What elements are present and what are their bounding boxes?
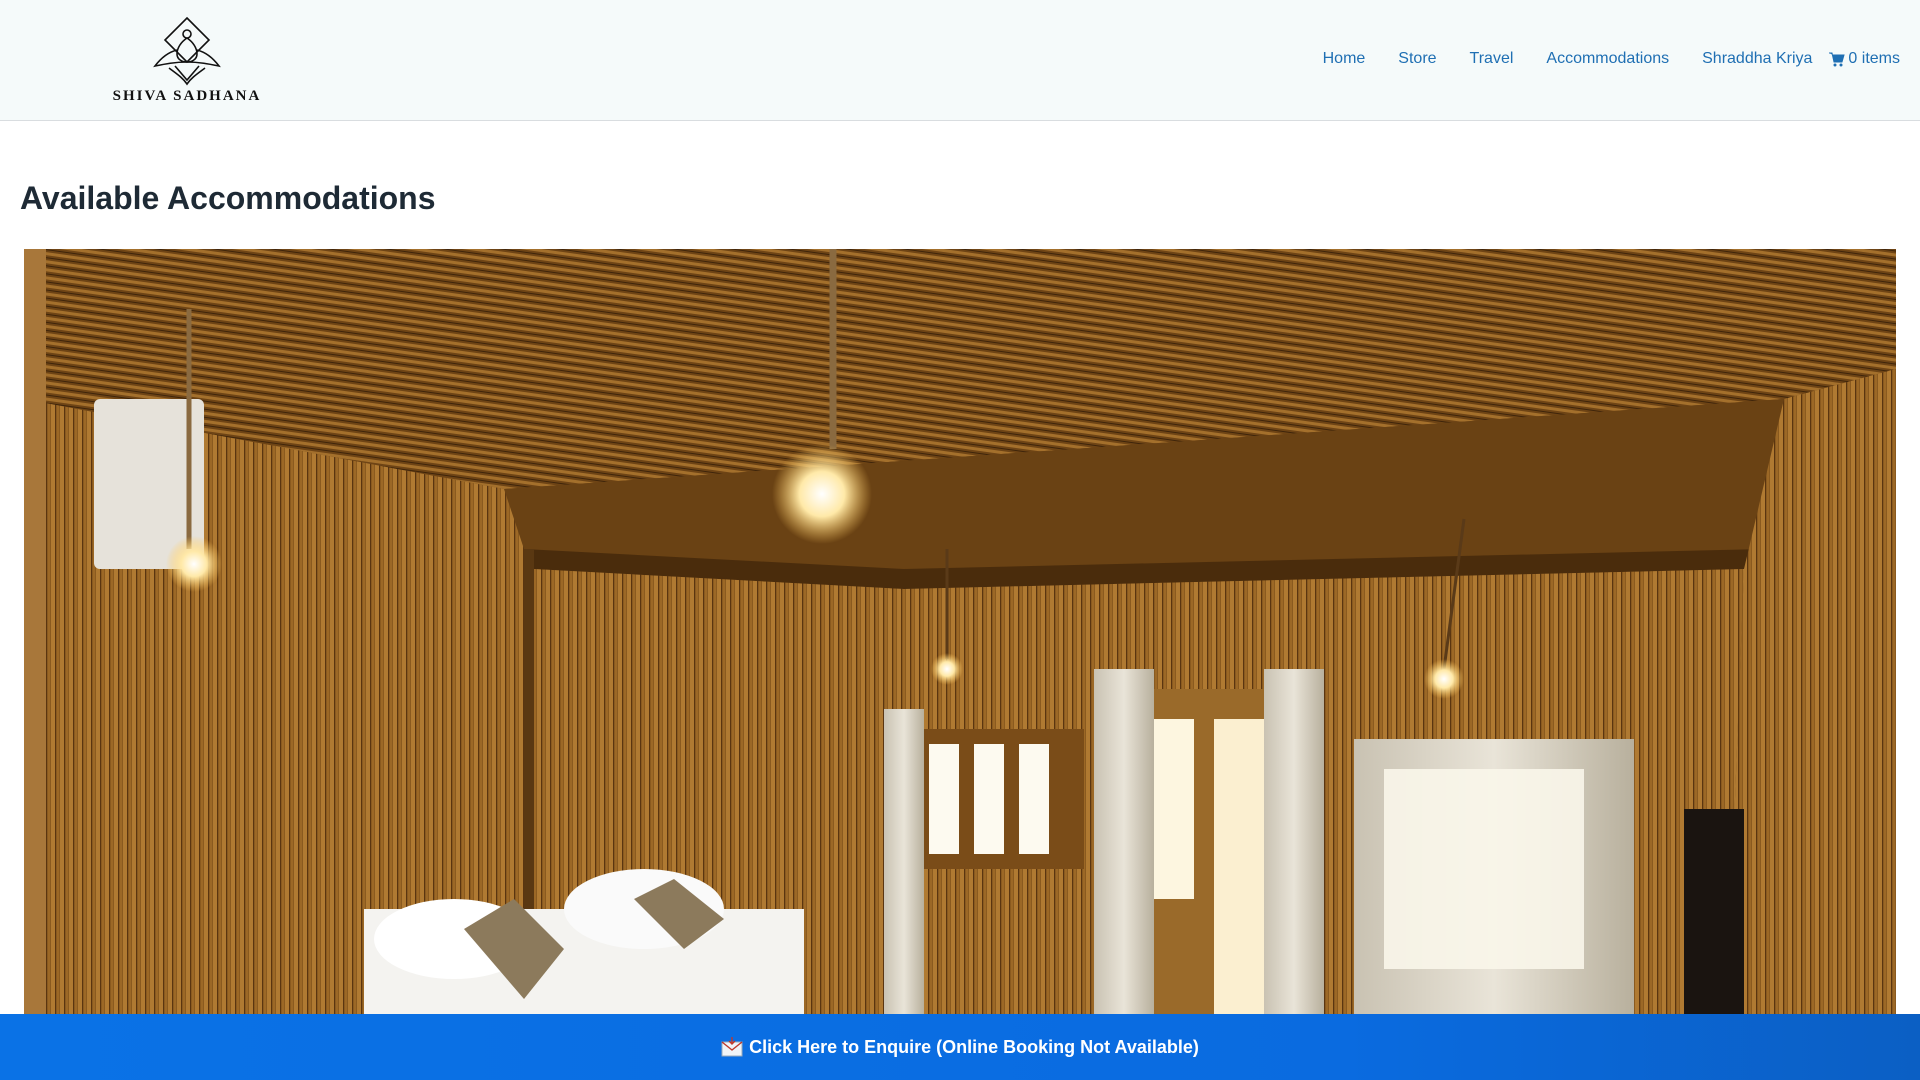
meditation-logo-icon xyxy=(153,16,221,86)
cart-link[interactable]: 0 items xyxy=(1829,50,1900,68)
page-title: Available Accommodations xyxy=(20,180,436,216)
enquire-label: Click Here to Enquire (Online Booking No… xyxy=(749,1036,1199,1057)
logo-wordmark: SHIVA SADHANA xyxy=(112,88,262,104)
main-nav: Home Store Travel Accommodations Shraddh… xyxy=(1323,48,1900,70)
nav-travel[interactable]: Travel xyxy=(1470,50,1514,68)
nav-home[interactable]: Home xyxy=(1323,50,1366,68)
envelope-icon xyxy=(721,1037,743,1057)
cart-icon xyxy=(1829,52,1846,66)
nav-shraddha-kriya[interactable]: Shraddha Kriya xyxy=(1702,50,1812,68)
enquire-banner-button[interactable]: Click Here to Enquire (Online Booking No… xyxy=(0,1014,1920,1080)
accommodation-photo xyxy=(24,249,1896,1080)
nav-store[interactable]: Store xyxy=(1398,50,1436,68)
site-logo[interactable]: SHIVA SADHANA xyxy=(112,16,262,108)
bamboo-room-illustration xyxy=(24,249,1896,1080)
cart-count: 0 items xyxy=(1848,50,1900,67)
site-header: SHIVA SADHANA Home Store Travel Accommod… xyxy=(0,0,1920,121)
nav-accommodations[interactable]: Accommodations xyxy=(1546,50,1669,68)
